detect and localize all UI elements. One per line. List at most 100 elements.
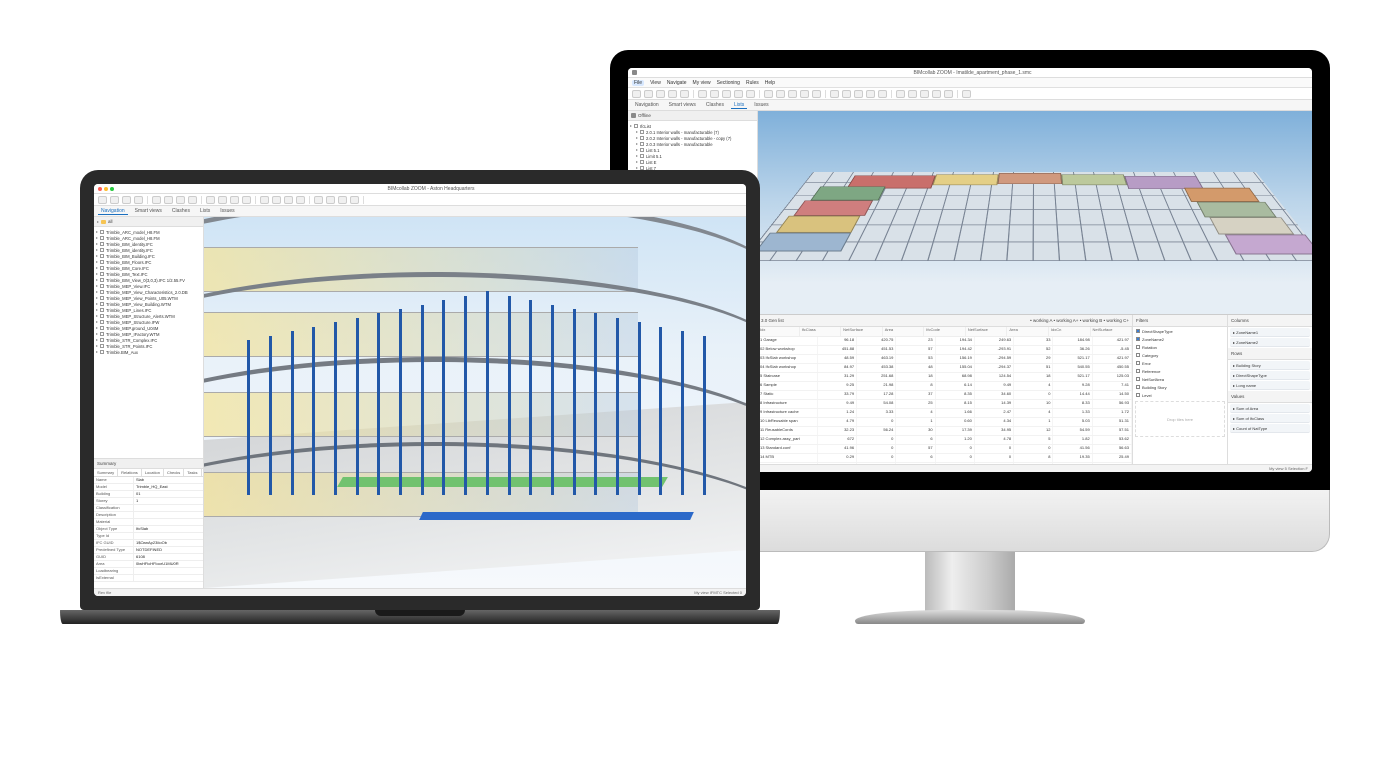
panel-label: Offline — [638, 113, 651, 118]
menu-my view[interactable]: My view — [693, 80, 711, 86]
table-row[interactable]: 6 Sample9.2521.9886.149.4949.287.41 — [758, 382, 1132, 391]
prop-row: Classification — [94, 505, 203, 512]
props-tabs[interactable]: SummaryRelationsLocationChecksTasks — [94, 469, 203, 477]
filters-header[interactable]: Filters — [1133, 315, 1227, 327]
config-pill[interactable]: ▸ Sum of IfcClass — [1230, 414, 1310, 423]
tab-lists[interactable]: Lists — [731, 102, 747, 109]
table-row[interactable]: 8 Infrastructure9.4954.08258.1514.39108.… — [758, 400, 1132, 409]
menu-view[interactable]: View — [650, 80, 661, 86]
column-header[interactable]: IfcCode — [924, 327, 966, 336]
columns-header[interactable]: Columns — [1228, 315, 1312, 327]
config-pill[interactable]: ▸ ZoneName1 — [1230, 328, 1310, 337]
maximize-icon[interactable] — [110, 187, 114, 191]
column-header[interactable]: Area — [883, 327, 925, 336]
filter-checkbox[interactable]: Error — [1133, 359, 1227, 367]
minimize-icon[interactable] — [104, 187, 108, 191]
tab-issues[interactable]: Issues — [751, 102, 771, 108]
toolbar-button[interactable] — [363, 196, 364, 204]
filter-checkbox[interactable]: Reference — [1133, 367, 1227, 375]
menu-navigate[interactable]: Navigate — [667, 80, 687, 86]
tree-item[interactable]: Trimble_MEP_View_Characteristics_2.0.DB — [96, 289, 201, 295]
prop-tab[interactable]: Location — [142, 469, 164, 476]
toolbar — [94, 194, 746, 206]
prop-row: IsExternal — [94, 575, 203, 582]
config-pill[interactable]: ▸ ZoneName2 — [1230, 338, 1310, 347]
filter-checkbox[interactable]: Building Story — [1133, 383, 1227, 391]
menu-help[interactable]: Help — [765, 80, 775, 86]
laptop-screen: BIMcollab ZOOM - Aston Headquarters Navi… — [80, 170, 760, 610]
toolbar — [628, 88, 1312, 100]
model-tree[interactable]: Trimble_ARC_model_H8.FMTrimble_ARC_model… — [94, 227, 203, 458]
prop-tab[interactable]: Summary — [94, 469, 118, 476]
table-header[interactable]: 3.0 Gen list • working A • working A+ • … — [758, 315, 1132, 327]
table-row[interactable]: 5 Staircase31.29251.681868.98124.5418521… — [758, 373, 1132, 382]
tree-item[interactable]: Trimble.BIM_Aux — [96, 349, 201, 355]
table-row[interactable]: 04 IfcSlab workshop84.97453.3848155.04-2… — [758, 364, 1132, 373]
menu-file[interactable]: File — [632, 80, 644, 86]
status-right: My view 5 Selection F — [1269, 466, 1308, 471]
config-pill[interactable]: ▸ DirectShapeType — [1230, 371, 1310, 380]
prop-tab[interactable]: Relations — [118, 469, 142, 476]
prop-row: ModelTrimble_HQ_East — [94, 484, 203, 491]
table-row[interactable]: 02 Below workshop451.88451.5357194.42-29… — [758, 346, 1132, 355]
prop-tab[interactable]: Checks — [164, 469, 184, 476]
prop-tab[interactable]: Tasks — [184, 469, 201, 476]
values-header[interactable]: Values — [1228, 391, 1312, 403]
table-row[interactable]: 12 Complex.assy_part672061.204.7851.8253… — [758, 436, 1132, 445]
tab-clashes[interactable]: Clashes — [169, 208, 193, 214]
table-row[interactable]: 10 LibReusable span4.79010.604.3415.0351… — [758, 418, 1132, 427]
filter-checkbox[interactable]: Category — [1133, 351, 1227, 359]
column-header[interactable]: NetSurface — [1091, 327, 1133, 336]
viewport-3d[interactable] — [204, 217, 746, 588]
window-controls[interactable] — [98, 187, 114, 191]
filter-checkbox[interactable]: Level — [1133, 391, 1227, 399]
status-left: Rev file — [98, 590, 111, 595]
filter-checkbox[interactable]: Rotation — [1133, 343, 1227, 351]
tree-header[interactable]: all — [94, 217, 203, 227]
tab-issues[interactable]: Issues — [217, 208, 237, 214]
column-header[interactable]: IfcClass — [800, 327, 842, 336]
column-header[interactable]: NetSurface — [966, 327, 1008, 336]
rows-header[interactable]: Rows — [1228, 348, 1312, 360]
expand-icon[interactable] — [97, 221, 99, 223]
config-pill[interactable]: ▸ Sum of Area — [1230, 404, 1310, 413]
offline-icon — [631, 113, 636, 118]
prop-row: GUID6108 — [94, 554, 203, 561]
table-row[interactable]: 1 Garage96.18420.7523194.34249.6333184.9… — [758, 337, 1132, 346]
filter-checkbox[interactable]: NetSurfArea — [1133, 375, 1227, 383]
laptop-base — [60, 610, 780, 624]
table-row[interactable]: 7 Static33.7917.28378.3534.60014.4414.50 — [758, 391, 1132, 400]
column-header[interactable]: Area — [1007, 327, 1049, 336]
tab-smart-views[interactable]: Smart views — [666, 102, 699, 108]
table-row[interactable]: 03 IfcSlab workshop48.59463.1953156.19-2… — [758, 355, 1132, 364]
close-icon[interactable] — [98, 187, 102, 191]
main-area: 3.0 Gen list • working A • working A+ • … — [758, 111, 1312, 464]
config-pill[interactable]: ▸ Long name — [1230, 381, 1310, 390]
table-row[interactable]: 9 Infrastructure cache1.243.3341.662.474… — [758, 409, 1132, 418]
drop-zone[interactable]: Drop tiles here — [1135, 401, 1225, 437]
tab-clashes[interactable]: Clashes — [703, 102, 727, 108]
filter-checkbox[interactable]: DirectShapeType — [1133, 327, 1227, 335]
statusbar: Rev file My view IFMTC Selected 0 — [94, 588, 746, 596]
menu-sectioning[interactable]: Sectioning — [717, 80, 740, 86]
column-headers[interactable]: IdxIfcClassNetSurfaceAreaIfcCodeNetSurfa… — [758, 327, 1132, 337]
viewport-3d[interactable] — [758, 111, 1312, 314]
window-title: BIMcollab ZOOM - Imatilde_apartment_phas… — [637, 70, 1308, 76]
column-header[interactable]: NetSurface — [841, 327, 883, 336]
tab-navigation[interactable]: Navigation — [632, 102, 662, 108]
filter-checkbox[interactable]: ZoneName2 — [1133, 335, 1227, 343]
menu-rules[interactable]: Rules — [746, 80, 759, 86]
tab-smart-views[interactable]: Smart views — [132, 208, 165, 214]
config-pill[interactable]: ▸ Building Story — [1230, 361, 1310, 370]
panel-header[interactable]: Offline — [628, 111, 757, 121]
tab-lists[interactable]: Lists — [197, 208, 213, 214]
tab-navigation[interactable]: Navigation — [98, 208, 128, 215]
config-pill[interactable]: ▸ Count of NatType — [1230, 424, 1310, 433]
table-row[interactable]: 13 Standard.conf41.9605700041.5656.63 — [758, 445, 1132, 454]
table-row[interactable]: 14 MTB0.290600819.3525.49 — [758, 454, 1132, 463]
prop-row: Loadbearing — [94, 568, 203, 575]
column-header[interactable]: IdxCn — [1049, 327, 1091, 336]
prop-row: Description — [94, 512, 203, 519]
table-row[interactable]: 11 ReusableCords32.2356.243017.3934.9512… — [758, 427, 1132, 436]
data-table[interactable]: 3.0 Gen list • working A • working A+ • … — [758, 315, 1132, 464]
